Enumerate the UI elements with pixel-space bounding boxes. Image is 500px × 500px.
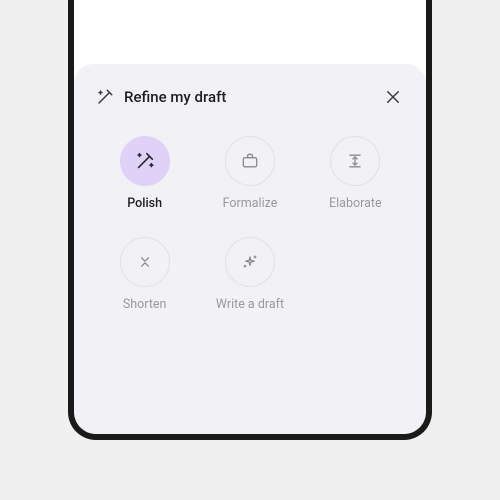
option-label: Write a draft <box>216 297 284 312</box>
refine-sheet: Refine my draft Polish <box>74 64 426 434</box>
option-label: Elaborate <box>329 196 382 211</box>
close-button[interactable] <box>382 86 404 108</box>
collapse-vertical-icon <box>120 237 170 287</box>
sheet-title: Refine my draft <box>124 88 372 106</box>
option-formalize[interactable]: Formalize <box>201 136 298 211</box>
briefcase-icon <box>225 136 275 186</box>
option-shorten[interactable]: Shorten <box>96 237 193 312</box>
magic-wand-icon <box>120 136 170 186</box>
option-label: Shorten <box>123 297 167 312</box>
expand-vertical-icon <box>330 136 380 186</box>
option-elaborate[interactable]: Elaborate <box>307 136 404 211</box>
options-grid: Polish Formalize <box>96 136 404 312</box>
phone-frame: Refine my draft Polish <box>68 0 432 440</box>
option-polish[interactable]: Polish <box>96 136 193 211</box>
sheet-header: Refine my draft <box>96 86 404 108</box>
option-label: Polish <box>127 196 162 211</box>
option-label: Formalize <box>223 196 278 211</box>
sparkles-icon <box>225 237 275 287</box>
option-write-draft[interactable]: Write a draft <box>201 237 298 312</box>
magic-wand-icon <box>96 88 114 106</box>
